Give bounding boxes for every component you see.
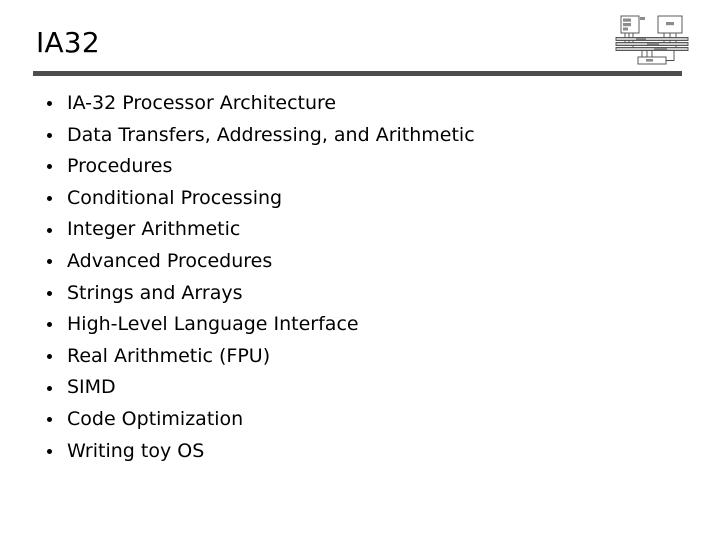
bullet-icon: [47, 132, 52, 138]
list-item: Code Optimization: [36, 404, 676, 436]
bullet-icon: [47, 101, 52, 107]
bullet-icon: [47, 417, 52, 423]
bullet-icon: [47, 448, 52, 454]
list-item-label: Real Arithmetic (FPU): [67, 344, 271, 367]
list-item: SIMD: [36, 372, 676, 404]
architecture-diagram-svg: [615, 15, 689, 65]
bullet-icon: [47, 164, 52, 170]
list-item: Real Arithmetic (FPU): [36, 341, 676, 373]
list-item-label: Writing toy OS: [67, 439, 205, 462]
list-item-label: Conditional Processing: [67, 186, 283, 209]
slide-canvas: IA32 IA-32 Processor Architecture Data T…: [0, 0, 720, 540]
page-title: IA32: [36, 26, 100, 59]
list-item-label: Data Transfers, Addressing, and Arithmet…: [67, 123, 475, 146]
list-item: High-Level Language Interface: [36, 309, 676, 341]
list-item: Data Transfers, Addressing, and Arithmet…: [36, 120, 676, 152]
bullet-icon: [47, 196, 52, 202]
list-item-label: Integer Arithmetic: [67, 218, 241, 241]
list-item: Advanced Procedures: [36, 246, 676, 278]
list-item-label: Strings and Arrays: [67, 281, 243, 304]
bullet-icon: [47, 385, 52, 391]
bullet-icon: [47, 227, 52, 233]
list-item: Procedures: [36, 151, 676, 183]
list-item: Strings and Arrays: [36, 278, 676, 310]
computer-architecture-diagram-icon: [614, 12, 692, 66]
list-item: Conditional Processing: [36, 183, 676, 215]
list-item-label: Procedures: [67, 155, 173, 178]
list-item-label: Code Optimization: [67, 407, 244, 430]
bullet-icon: [47, 354, 52, 360]
list-item-label: High-Level Language Interface: [67, 313, 359, 336]
list-item: Integer Arithmetic: [36, 214, 676, 246]
list-item: IA-32 Processor Architecture: [36, 88, 676, 120]
bullet-icon: [47, 259, 52, 265]
title-divider: [33, 71, 682, 76]
bullet-icon: [47, 290, 52, 296]
list-item-label: IA-32 Processor Architecture: [67, 92, 337, 114]
list-item: Writing toy OS: [36, 436, 676, 468]
list-item-label: Advanced Procedures: [67, 249, 273, 272]
bullet-icon: [47, 322, 52, 328]
list-item-label: SIMD: [67, 376, 116, 399]
topics-list: IA-32 Processor Architecture Data Transf…: [36, 88, 676, 467]
